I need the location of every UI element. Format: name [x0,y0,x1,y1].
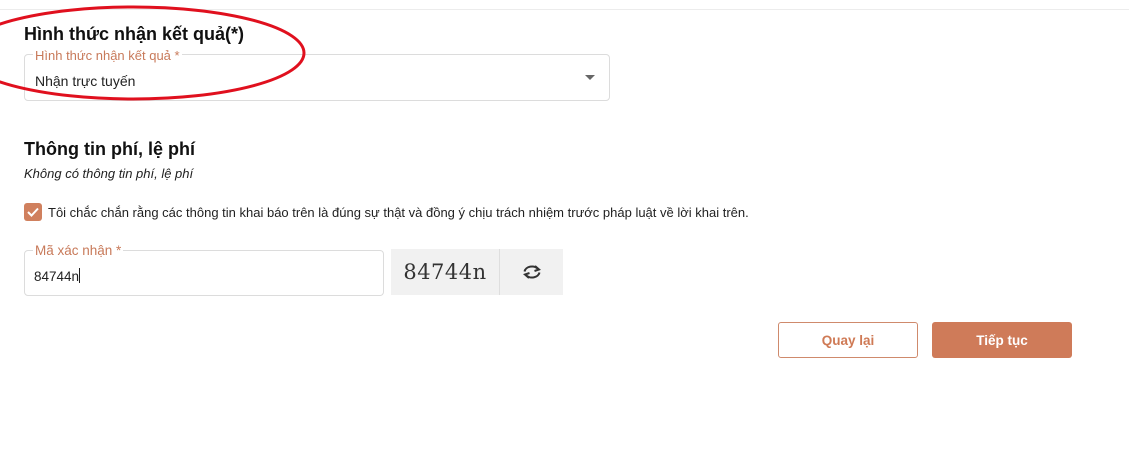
captcha-box: 84744n [391,249,563,295]
agreement-row[interactable]: Tôi chắc chắn rằng các thông tin khai bá… [24,201,749,223]
checkmark-icon [27,207,39,217]
back-button[interactable]: Quay lại [778,322,918,358]
refresh-icon [522,265,541,279]
receive-method-label: Hình thức nhận kết quả * [33,48,182,63]
receive-method-value: Nhận trực tuyến [35,73,136,89]
chevron-down-icon[interactable] [585,75,595,80]
captcha-value: 84744n [34,268,81,284]
fee-info-note: Không có thông tin phí, lệ phí [24,166,194,181]
fee-info-heading: Thông tin phí, lệ phí [24,139,195,159]
captcha-value-text: 84744n [34,269,80,284]
text-cursor [79,268,81,283]
captcha-label: Mã xác nhận * [33,243,124,258]
agreement-text: Tôi chắc chắn rằng các thông tin khai bá… [48,204,749,220]
continue-button[interactable]: Tiếp tục [932,322,1072,358]
captcha-image: 84744n [403,260,487,284]
captcha-input[interactable]: Mã xác nhận * 84744n [24,243,384,296]
top-divider [0,9,1129,10]
agreement-checkbox[interactable] [24,203,42,221]
captcha-refresh-button[interactable] [500,249,563,295]
receive-method-select[interactable]: Hình thức nhận kết quả * Nhận trực tuyến [24,48,610,101]
receive-method-heading: Hình thức nhận kết quả(*) [24,24,245,44]
